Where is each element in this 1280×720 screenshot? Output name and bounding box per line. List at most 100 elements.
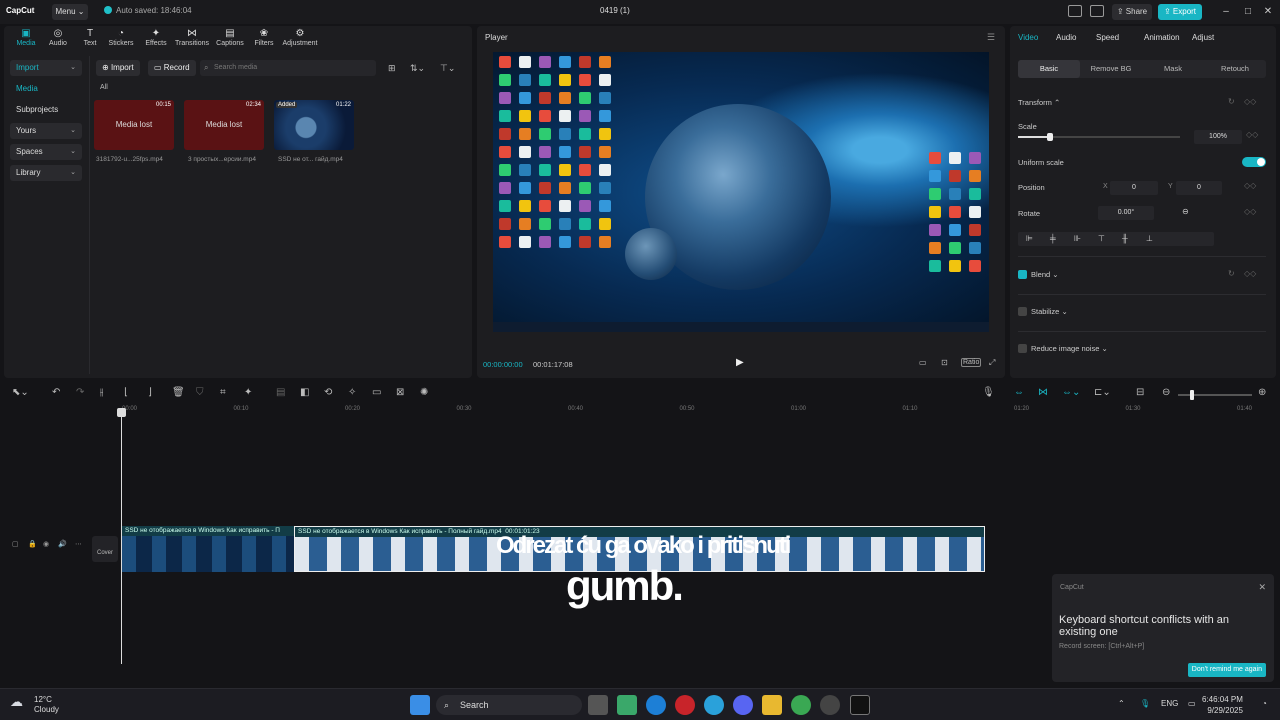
mirror-icon[interactable]: ◧: [300, 387, 309, 398]
filter-icon[interactable]: ⊤⌄: [440, 60, 455, 76]
taskbar-clock[interactable]: 6:46:04 PM 9/29/2025: [1202, 694, 1243, 716]
sidebar-item-spaces[interactable]: Spaces ⌄: [10, 144, 82, 160]
delete-icon[interactable]: 🗑: [172, 387, 185, 398]
keyframe-icon[interactable]: ◇◇: [1244, 207, 1256, 216]
blend-section[interactable]: Blend ⌄: [1031, 270, 1059, 279]
reduce-noise-checkbox[interactable]: [1018, 344, 1027, 353]
zoom-slider-handle[interactable]: [1190, 390, 1194, 400]
shield-icon[interactable]: ⛉: [196, 387, 204, 398]
language-indicator[interactable]: ENG: [1161, 699, 1178, 708]
reset-icon[interactable]: ↻: [1228, 97, 1235, 106]
rotate-input[interactable]: 0.00°: [1098, 206, 1154, 220]
fullscreen-icon[interactable]: ⤢: [989, 358, 995, 368]
uniform-scale-toggle[interactable]: [1242, 157, 1266, 167]
close-icon[interactable]: ✕: [1258, 582, 1266, 593]
search-input[interactable]: ⌕ Search media: [200, 60, 376, 76]
media-clip[interactable]: 02:34 Media lost: [184, 100, 264, 150]
media-clip[interactable]: Added 01:22: [274, 100, 354, 150]
align-center-icon[interactable]: ╪: [1050, 234, 1056, 243]
tool-stickers[interactable]: ◔ Stickers: [101, 28, 141, 47]
filter-all[interactable]: All: [100, 84, 108, 91]
dont-remind-button[interactable]: Don't remind me again: [1187, 663, 1266, 677]
cover-button[interactable]: Cover: [92, 536, 118, 562]
media-clip[interactable]: 00:15 Media lost: [94, 100, 174, 150]
tool-transitions[interactable]: ⋈ Transitions: [172, 28, 212, 47]
scale-value[interactable]: 100%: [1194, 130, 1242, 144]
telegram-icon[interactable]: [704, 695, 724, 715]
smart-icon[interactable]: ✺: [420, 387, 428, 398]
opera-icon[interactable]: [675, 695, 695, 715]
microphone-tray-icon[interactable]: 🎙: [1140, 699, 1150, 708]
tool-effects[interactable]: ✦ Effects: [136, 28, 176, 47]
split-icon[interactable]: ⫲: [100, 387, 103, 398]
sidebar-item-library[interactable]: Library ⌄: [10, 165, 82, 181]
rotate-flip-icon[interactable]: ⊖: [1182, 207, 1189, 216]
sidebar-item-subprojects[interactable]: Subprojects: [10, 102, 82, 118]
caption-toggle-icon[interactable]: ⊟: [1136, 387, 1144, 398]
windows-start-icon[interactable]: [410, 695, 430, 715]
network-icon[interactable]: ▭: [1188, 699, 1196, 708]
zoom-out-icon[interactable]: ⊖: [1162, 387, 1170, 398]
weather-widget[interactable]: ☁ 12°C Cloudy: [10, 695, 59, 715]
caption-icon[interactable]: ▭: [372, 387, 381, 398]
minimize-icon[interactable]: –: [1218, 4, 1234, 20]
project-name[interactable]: 0419 (1): [600, 6, 630, 15]
transform-icon[interactable]: ⟲: [324, 387, 332, 398]
chrome-icon[interactable]: [791, 695, 811, 715]
track-lock-icon[interactable]: ▢: [12, 540, 19, 548]
close-icon[interactable]: ✕: [1260, 4, 1276, 20]
steam-icon[interactable]: [820, 695, 840, 715]
transform-label[interactable]: Transform ⌃: [1018, 98, 1060, 107]
tool-filters[interactable]: ❀ Filters: [244, 28, 284, 47]
taskbar-search[interactable]: ⌕ Search: [436, 695, 582, 715]
ai-edit-icon[interactable]: ✦: [244, 387, 252, 398]
snap-icon[interactable]: ⇔⌄: [1062, 387, 1080, 398]
preview-axis-icon[interactable]: ⊏⌄: [1094, 387, 1111, 398]
microphone-icon[interactable]: 🎙: [982, 387, 995, 398]
tray-chevron-icon[interactable]: ⌃: [1118, 699, 1125, 708]
position-y-input[interactable]: 0: [1176, 181, 1222, 195]
player-menu-icon[interactable]: ☰: [987, 32, 995, 43]
ratio-button[interactable]: Ratio: [961, 358, 982, 367]
tab-animation[interactable]: Animation: [1144, 33, 1180, 42]
reset-icon[interactable]: ↻: [1228, 269, 1235, 278]
sidebar-item-yours[interactable]: Yours ⌄: [10, 123, 82, 139]
maximize-icon[interactable]: □: [1240, 4, 1256, 20]
fullscreen-quality-icon[interactable]: ▭: [919, 358, 927, 367]
align-left-icon[interactable]: ⊫: [1026, 234, 1033, 243]
zoom-in-icon[interactable]: ⊕: [1258, 387, 1266, 398]
playhead[interactable]: [117, 408, 126, 664]
sidebar-item-media[interactable]: Media: [10, 81, 82, 97]
scale-slider-handle[interactable]: [1047, 133, 1053, 141]
reduce-noise-section[interactable]: Reduce image noise ⌄: [1031, 344, 1108, 353]
redo-icon[interactable]: ↷: [76, 387, 84, 398]
lock-icon[interactable]: 🔒: [28, 540, 37, 548]
position-x-input[interactable]: 0: [1110, 181, 1158, 195]
align-middle-icon[interactable]: ╫: [1122, 234, 1128, 243]
blend-checkbox[interactable]: [1018, 270, 1027, 279]
align-right-icon[interactable]: ⊪: [1074, 234, 1081, 243]
record-button[interactable]: ▭ Record: [148, 60, 196, 76]
trim-left-icon[interactable]: ⌊: [124, 387, 128, 398]
eye-icon[interactable]: ◉: [43, 540, 49, 548]
tab-adjust[interactable]: Adjust: [1192, 33, 1214, 42]
tool-adjustment[interactable]: ⚙ Adjustment: [280, 28, 320, 47]
subtab-mask[interactable]: Mask: [1142, 60, 1204, 78]
freeze-icon[interactable]: ▤: [276, 387, 285, 398]
link-icon[interactable]: ⇔: [1014, 387, 1024, 398]
capcut-taskbar-icon[interactable]: [850, 695, 870, 715]
align-bottom-icon[interactable]: ⊥: [1146, 234, 1153, 243]
stabilize-section[interactable]: Stabilize ⌄: [1031, 307, 1068, 316]
sidebar-item-import[interactable]: Import ⌄: [10, 60, 82, 76]
menu-button[interactable]: Menu ⌄: [52, 4, 88, 20]
edge-icon[interactable]: [646, 695, 666, 715]
trim-right-icon[interactable]: ⌋: [148, 387, 152, 398]
import-button[interactable]: ⊕ Import: [96, 60, 140, 76]
tab-video[interactable]: Video: [1018, 33, 1038, 42]
timeline-clip[interactable]: SSD не отображается в Windows Как исправ…: [122, 526, 294, 572]
magnet-icon[interactable]: ⋈: [1038, 387, 1048, 398]
play-icon[interactable]: ▶: [736, 357, 744, 368]
timeline-ruler[interactable]: 00:00 00:10 00:20 00:30 00:40 00:50 01:00 01:10…: [118, 404, 1280, 418]
task-view-icon[interactable]: [588, 695, 608, 715]
subtab-retouch[interactable]: Retouch: [1204, 60, 1266, 78]
